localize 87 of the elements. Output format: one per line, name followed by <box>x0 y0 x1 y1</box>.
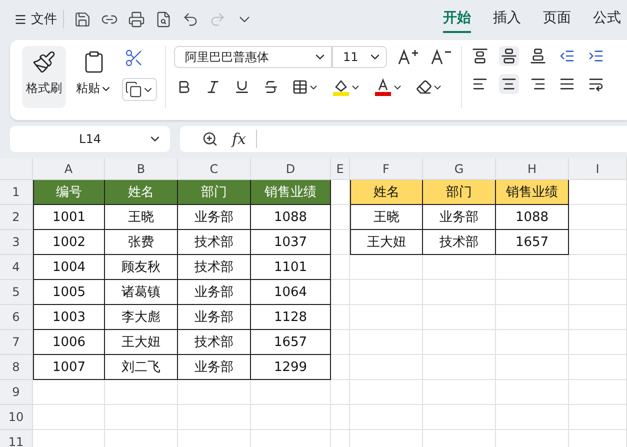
table-cell: 刘二飞 <box>105 355 178 380</box>
row-header[interactable]: 2 <box>0 205 33 230</box>
printer-icon[interactable] <box>128 10 145 28</box>
column-header[interactable]: B <box>105 158 178 180</box>
table-cell: 1101 <box>251 255 331 280</box>
table-cell: 张费 <box>105 230 178 255</box>
menu-icon <box>14 12 27 26</box>
column-header[interactable]: A <box>33 158 105 180</box>
table-cell: 1002 <box>33 230 105 255</box>
table-cell: 1064 <box>251 280 331 305</box>
table-cell: 王大妞 <box>105 330 178 355</box>
header-cell: 销售业绩 <box>251 180 331 205</box>
row-header[interactable]: 10 <box>0 405 33 430</box>
save-icon[interactable] <box>74 10 91 28</box>
header-cell: 姓名 <box>105 180 178 205</box>
header-cell: 部门 <box>178 180 251 205</box>
font-size-select[interactable]: 11 <box>332 46 387 68</box>
table-cell: 1006 <box>33 330 105 355</box>
table-cell: 技术部 <box>178 255 251 280</box>
table-cell: 1004 <box>33 255 105 280</box>
formula-bar[interactable]: fx <box>180 126 627 152</box>
row-header[interactable]: 8 <box>0 355 33 380</box>
align-bottom-icon[interactable] <box>528 46 548 66</box>
row-header[interactable]: 7 <box>0 330 33 355</box>
header-cell: 编号 <box>33 180 105 205</box>
table-cell: 业务部 <box>178 355 251 380</box>
table-cell: 1299 <box>251 355 331 380</box>
fx-label[interactable]: fx <box>232 130 258 148</box>
undo-icon[interactable] <box>182 10 199 28</box>
file-menu[interactable]: 文件 <box>14 10 64 28</box>
ribbon-tab[interactable]: 公式 <box>593 5 621 33</box>
table-cell: 顾友秋 <box>105 255 178 280</box>
align-center-icon[interactable] <box>499 74 519 94</box>
table-cell: 1003 <box>33 305 105 330</box>
table-cell: 技术部 <box>178 330 251 355</box>
row-header[interactable]: 4 <box>0 255 33 280</box>
table-cell: 1001 <box>33 205 105 230</box>
column-header[interactable]: D <box>251 158 331 180</box>
increase-font-icon[interactable] <box>396 47 420 67</box>
table-cell: 王晓 <box>350 205 423 230</box>
column-header[interactable]: G <box>423 158 496 180</box>
table-cell: 李大彪 <box>105 305 178 330</box>
print-preview-icon[interactable] <box>155 10 172 28</box>
decrease-font-icon[interactable] <box>429 47 453 67</box>
font-name-select[interactable]: 阿里巴巴普惠体 <box>174 46 332 68</box>
name-box[interactable]: L14 <box>10 126 170 152</box>
column-header[interactable]: H <box>496 158 569 180</box>
row-header[interactable]: 1 <box>0 180 33 205</box>
row-header[interactable]: 9 <box>0 380 33 405</box>
format-painter-button[interactable]: 格式刷 <box>22 46 66 108</box>
table-cell: 1088 <box>496 205 569 230</box>
table-cell: 业务部 <box>178 205 251 230</box>
ribbon-tab[interactable]: 开始 <box>443 5 471 33</box>
table-cell: 王大妞 <box>350 230 423 255</box>
table-cell: 1037 <box>251 230 331 255</box>
table-cell: 1657 <box>496 230 569 255</box>
ribbon-tab[interactable]: 插入 <box>493 5 521 33</box>
header-cell: 姓名 <box>350 180 423 205</box>
table-cell: 1657 <box>251 330 331 355</box>
header-cell: 销售业绩 <box>496 180 569 205</box>
row-header[interactable]: 5 <box>0 280 33 305</box>
row-header[interactable]: 6 <box>0 305 33 330</box>
table-cell: 技术部 <box>178 230 251 255</box>
column-header[interactable]: C <box>178 158 251 180</box>
table-cell: 王晓 <box>105 205 178 230</box>
column-header[interactable]: I <box>569 158 627 180</box>
paste-button[interactable]: 粘贴 <box>72 46 116 108</box>
ribbon-tab[interactable]: 页面 <box>543 5 571 33</box>
align-middle-icon[interactable] <box>499 46 519 66</box>
row-header[interactable]: 11 <box>0 430 33 447</box>
table-cell: 1128 <box>251 305 331 330</box>
table-cell: 1088 <box>251 205 331 230</box>
table-cell: 业务部 <box>178 280 251 305</box>
row-header[interactable]: 3 <box>0 230 33 255</box>
table-cell: 诸葛镇 <box>105 280 178 305</box>
copy-icon[interactable] <box>122 78 157 101</box>
column-header[interactable]: F <box>350 158 423 180</box>
table-cell: 业务部 <box>423 205 496 230</box>
column-header[interactable]: E <box>331 158 350 180</box>
paintbrush-icon <box>32 50 56 74</box>
table-cell: 1005 <box>33 280 105 305</box>
table-cell: 技术部 <box>423 230 496 255</box>
header-cell: 部门 <box>423 180 496 205</box>
table-cell: 业务部 <box>178 305 251 330</box>
zoom-icon[interactable] <box>202 131 218 147</box>
align-top-icon[interactable] <box>470 46 490 66</box>
table-cell: 1007 <box>33 355 105 380</box>
